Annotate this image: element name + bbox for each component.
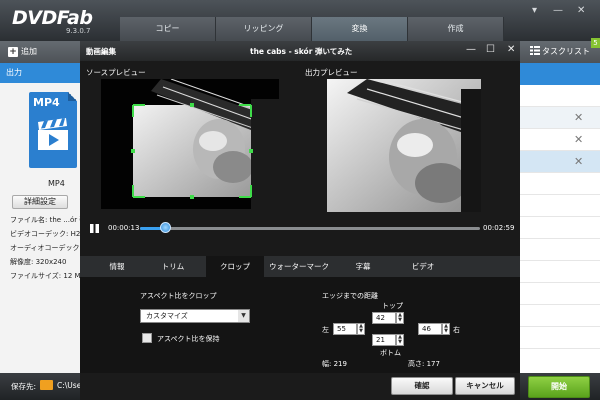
- save-path[interactable]: C:\Use: [57, 381, 81, 390]
- list-item-selected[interactable]: [520, 151, 600, 173]
- list-item[interactable]: [520, 107, 600, 129]
- current-time: 00:00:13: [108, 224, 140, 232]
- clapperboard-icon: [38, 118, 68, 150]
- close-icon[interactable]: ✕: [577, 5, 585, 16]
- aspect-ratio-select[interactable]: カスタマイズ: [140, 309, 250, 323]
- right-label: 右: [453, 326, 460, 334]
- tab-trim[interactable]: トリム: [148, 256, 198, 277]
- list-item[interactable]: [520, 173, 600, 195]
- tab-crop[interactable]: クロップ: [206, 256, 264, 277]
- top-distance-input[interactable]: 42: [372, 312, 396, 324]
- tab-info[interactable]: 情報: [92, 256, 142, 277]
- save-to-label: 保存先:: [11, 382, 37, 391]
- dialog-title: 動画編集: [86, 47, 116, 56]
- remove-item-icon[interactable]: ✕: [574, 111, 583, 124]
- source-video-frame: [101, 79, 279, 209]
- task-count-badge: 5: [591, 38, 600, 48]
- list-item[interactable]: [520, 239, 600, 261]
- ok-button[interactable]: 確認: [391, 377, 453, 395]
- keep-aspect-checkbox[interactable]: [142, 333, 152, 343]
- dialog-maximize-icon[interactable]: ☐: [486, 44, 495, 55]
- list-item[interactable]: [520, 261, 600, 283]
- app-logo: DVDFab: [12, 7, 93, 29]
- source-preview-label: ソースプレビュー: [86, 68, 146, 77]
- right-spinner[interactable]: ▲ ▼: [442, 323, 450, 335]
- dialog-footer: [80, 373, 520, 400]
- detail-settings-button[interactable]: 詳細設定: [12, 195, 68, 209]
- list-item[interactable]: [520, 305, 600, 327]
- crop-width: 幅: 219: [322, 360, 347, 368]
- tab-ripping[interactable]: リッピング: [216, 17, 312, 41]
- output-header: 出力: [0, 63, 80, 83]
- remove-item-icon[interactable]: ✕: [574, 155, 583, 168]
- list-item[interactable]: [520, 349, 600, 371]
- seek-handle[interactable]: [159, 222, 171, 233]
- bottom-label: ボトム: [380, 349, 401, 357]
- top-spinner[interactable]: ▲ ▼: [396, 312, 404, 324]
- left-spinner[interactable]: ▲ ▼: [357, 323, 365, 335]
- edge-distance-label: エッジまでの距離: [322, 292, 378, 300]
- info-resolution: 解像度: 320x240: [10, 258, 67, 266]
- output-video-frame: [327, 79, 481, 212]
- aspect-crop-label: アスペクト比をクロップ: [140, 292, 217, 300]
- seek-bar[interactable]: [140, 227, 480, 230]
- cancel-button[interactable]: キャンセル: [455, 377, 515, 395]
- chevron-down-icon[interactable]: ▼: [238, 310, 249, 322]
- tasklist-button[interactable]: タスクリスト: [530, 44, 590, 60]
- tasklist-label: タスクリスト: [542, 47, 590, 56]
- tab-subtitle[interactable]: 字幕: [340, 256, 386, 277]
- right-distance-input[interactable]: 46: [418, 323, 442, 335]
- info-filesize: ファイルサイズ: 12 MB: [10, 272, 86, 280]
- tab-convert[interactable]: 変換: [312, 17, 408, 41]
- start-button[interactable]: 開始: [528, 376, 590, 398]
- info-video-codec: ビデオコーデック: H264: [10, 230, 90, 238]
- output-preview: [327, 79, 481, 212]
- add-label: 追加: [21, 47, 37, 56]
- output-preview-label: 出力プレビュー: [305, 68, 358, 77]
- pause-icon[interactable]: [89, 223, 100, 234]
- list-header-row: [520, 63, 600, 85]
- tab-watermark[interactable]: ウォーターマーク: [268, 256, 330, 277]
- dialog-minimize-icon[interactable]: —: [466, 44, 476, 55]
- list-item[interactable]: [520, 217, 600, 239]
- add-button[interactable]: + 追加: [8, 44, 37, 60]
- format-name: MP4: [48, 179, 65, 188]
- source-preview: [101, 79, 279, 209]
- keep-aspect-label: アスペクト比を保持: [157, 335, 220, 343]
- list-item[interactable]: [520, 195, 600, 217]
- crop-height: 高さ: 177: [408, 360, 440, 368]
- dialog-close-icon[interactable]: ✕: [507, 44, 515, 55]
- minimize-icon[interactable]: —: [553, 5, 563, 16]
- remove-item-icon[interactable]: ✕: [574, 133, 583, 146]
- app-version: 9.3.0.7: [66, 27, 91, 35]
- menu-dropdown-icon[interactable]: ▾: [532, 5, 537, 16]
- left-label: 左: [322, 326, 329, 334]
- mp4-icon-label: MP4: [33, 96, 60, 109]
- left-distance-input[interactable]: 55: [333, 323, 357, 335]
- dialog-filename: the cabs - skór 弾いてみた: [250, 47, 353, 56]
- list-icon: [530, 46, 540, 55]
- list-item[interactable]: [520, 85, 600, 107]
- folder-icon[interactable]: [40, 380, 53, 390]
- list-item[interactable]: [520, 327, 600, 349]
- tab-copy[interactable]: コピー: [120, 17, 216, 41]
- plus-icon: +: [8, 47, 18, 57]
- bottom-distance-input[interactable]: 21: [372, 334, 396, 346]
- total-time: 00:02:59: [483, 224, 515, 232]
- list-item[interactable]: [520, 283, 600, 305]
- tab-create[interactable]: 作成: [408, 17, 504, 41]
- list-item[interactable]: [520, 129, 600, 151]
- file-fold-corner: [68, 92, 77, 101]
- top-label: トップ: [382, 302, 403, 310]
- bottom-spinner[interactable]: ▲ ▼: [396, 334, 404, 346]
- tab-video[interactable]: ビデオ: [400, 256, 446, 277]
